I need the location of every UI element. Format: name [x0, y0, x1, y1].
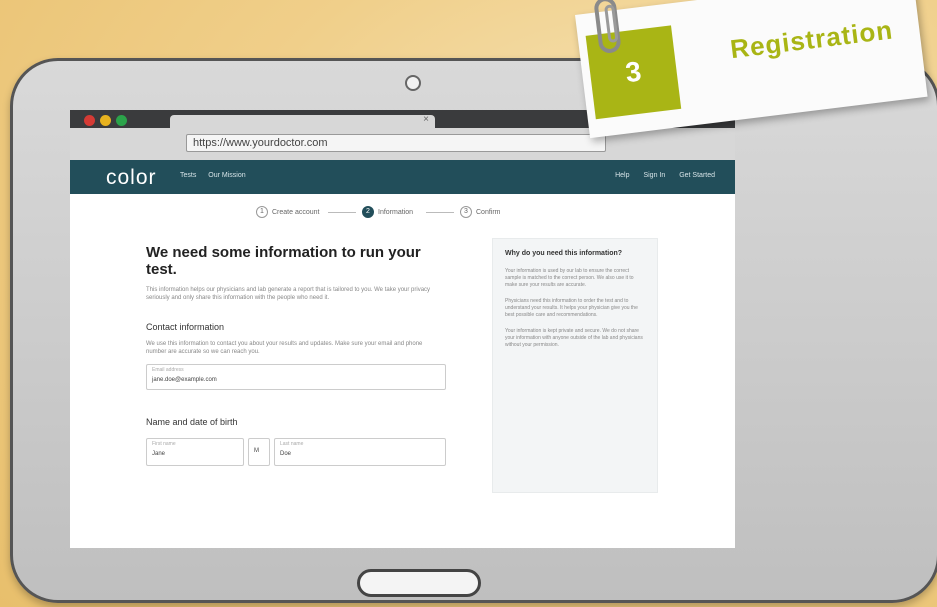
browser-tab[interactable]: × — [170, 114, 435, 128]
contact-section-text: We use this information to contact you a… — [146, 341, 423, 355]
middle-initial-value: M — [254, 448, 259, 454]
nav-link-get-started[interactable]: Get Started — [679, 172, 715, 179]
close-window-icon[interactable] — [84, 115, 95, 126]
primary-nav: Tests Our Mission — [180, 172, 256, 179]
nav-link-tests[interactable]: Tests — [180, 172, 196, 179]
last-name-value: Doe — [280, 451, 292, 457]
page-content: 1 Create account 2 Information 3 Confirm We… — [70, 194, 735, 548]
site-header: color Tests Our Mission Help Sign In Get… — [70, 160, 735, 194]
sidebar-paragraph: Your information is kept private and sec… — [505, 328, 643, 348]
address-bar-row: https://www.yourdoctor.com — [70, 128, 735, 160]
last-name-label: Last name — [280, 441, 304, 447]
first-name-label: First name — [152, 441, 176, 447]
tab-close-icon[interactable]: × — [423, 114, 429, 125]
email-value: jane.doe@example.com — [152, 377, 217, 383]
step-confirm: 3 Confirm — [460, 206, 501, 218]
minimize-window-icon[interactable] — [100, 115, 111, 126]
sidebar-paragraph: Physicians need this information to orde… — [505, 298, 638, 318]
first-name-value: Jane — [152, 451, 166, 457]
info-sidebar: Why do you need this information? Your i… — [492, 238, 658, 493]
home-button[interactable] — [357, 569, 481, 597]
maximize-window-icon[interactable] — [116, 115, 127, 126]
email-field[interactable]: Email address jane.doe@example.com — [146, 364, 446, 390]
secondary-nav: Help Sign In Get Started — [603, 172, 715, 179]
nav-link-mission[interactable]: Our Mission — [208, 172, 245, 179]
step-connector — [426, 212, 454, 213]
camera-icon — [405, 75, 421, 91]
step-title: Registration — [728, 14, 895, 65]
sidebar-paragraph: Your information is used by our lab to e… — [505, 268, 634, 288]
site-logo[interactable]: color — [106, 166, 157, 190]
name-section-title: Name and date of birth — [146, 417, 238, 427]
contact-section-title: Contact information — [146, 322, 225, 332]
step-connector — [328, 212, 356, 213]
nav-link-sign-in[interactable]: Sign In — [643, 172, 665, 179]
sidebar-title: Why do you need this information? — [505, 250, 623, 257]
email-label: Email address — [152, 367, 184, 373]
first-name-field[interactable]: First name Jane — [146, 438, 244, 466]
last-name-field[interactable]: Last name Doe — [274, 438, 446, 466]
url-input[interactable]: https://www.yourdoctor.com — [186, 134, 606, 152]
page-title: We need some information to run your tes… — [146, 244, 421, 278]
middle-initial-field[interactable]: M — [248, 438, 270, 466]
tablet-screen: × https://www.yourdoctor.com color Tests… — [70, 110, 735, 548]
step-information: 2 Information — [362, 206, 413, 218]
nav-link-help[interactable]: Help — [615, 172, 629, 179]
step-create-account: 1 Create account — [256, 206, 319, 218]
intro-text: This information helps our physicians an… — [146, 287, 431, 301]
